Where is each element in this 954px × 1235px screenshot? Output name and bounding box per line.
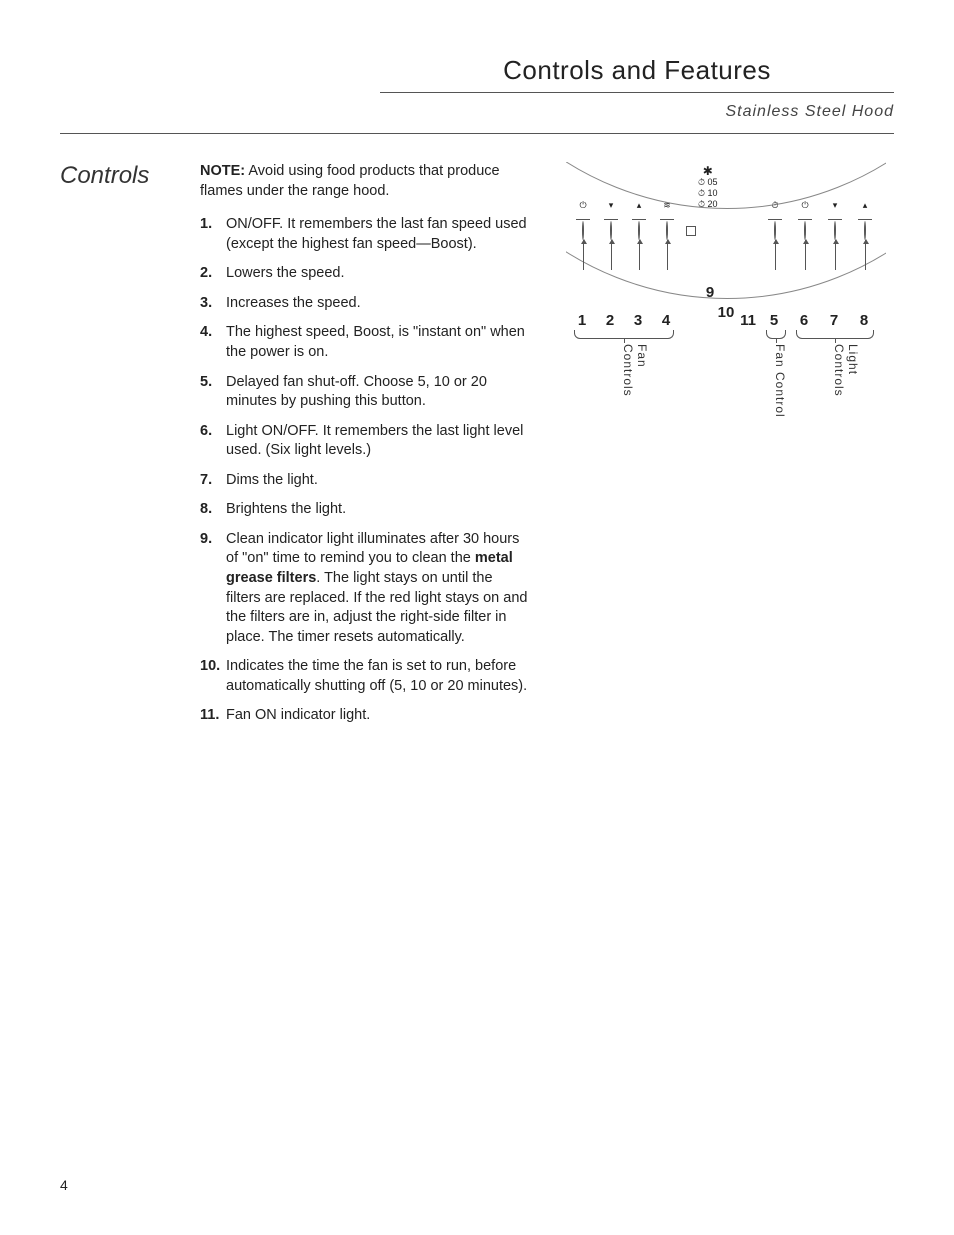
- item-text: The highest speed, Boost, is "instant on…: [226, 323, 530, 362]
- item-text: Brightens the light.: [226, 500, 530, 520]
- btn-3: ▴: [632, 200, 646, 270]
- diagram-column: ✱ ⏱ 05 ⏱ 10 ⏱ 20 ⏻ ▾ ▴ ≋ ⏱ ⏻ ▾ ▴ 1 2: [530, 162, 894, 736]
- note-line: NOTE: Avoid using food products that pro…: [200, 162, 530, 201]
- callout-8: 8: [854, 312, 874, 329]
- note-text: Avoid using food products that produce f…: [200, 163, 500, 199]
- item-number: 2.: [200, 264, 226, 284]
- up-icon: ▴: [858, 200, 872, 220]
- item-text: Indicates the time the fan is set to run…: [226, 657, 530, 696]
- btn-4: ≋: [660, 200, 674, 270]
- page-subtitle: Stainless Steel Hood: [60, 103, 894, 121]
- btn-8: ▴: [858, 200, 872, 270]
- btn-2: ▾: [604, 200, 618, 270]
- callout-5: 5: [764, 312, 784, 329]
- btn-5: ⏱: [768, 200, 782, 270]
- label-fan-controls: Fan Controls: [621, 344, 649, 422]
- btn-6: ⏻: [798, 200, 812, 270]
- btn-7: ▾: [828, 200, 842, 270]
- item-number: 10.: [200, 657, 226, 696]
- list-item: 3.Increases the speed.: [200, 294, 530, 314]
- list-item: 7.Dims the light.: [200, 471, 530, 491]
- callout-6: 6: [794, 312, 814, 329]
- clean-indicator-icon: ✱: [698, 166, 718, 177]
- list-item: 9.Clean indicator light illuminates afte…: [200, 530, 530, 647]
- item-text: Fan ON indicator light.: [226, 706, 530, 726]
- item-number: 11.: [200, 706, 226, 726]
- item-text: Dims the light.: [226, 471, 530, 491]
- brace-fan-controls: [574, 330, 674, 339]
- timer-row: ⏱ 05: [698, 177, 718, 188]
- brace-light-controls: [796, 330, 874, 339]
- list-item: 5.Delayed fan shut-off. Choose 5, 10 or …: [200, 373, 530, 412]
- item-text: ON/OFF. It remembers the last fan speed …: [226, 215, 530, 254]
- down-icon: ▾: [604, 200, 618, 220]
- list-item: 11.Fan ON indicator light.: [200, 706, 530, 726]
- brace-fan-control: [766, 330, 786, 339]
- power-icon: ⏻: [798, 200, 812, 220]
- item-number: 8.: [200, 500, 226, 520]
- item-number: 9.: [200, 530, 226, 647]
- callout-11: 11: [738, 312, 758, 329]
- page-title: Controls and Features: [380, 55, 894, 93]
- item-number: 3.: [200, 294, 226, 314]
- down-icon: ▾: [828, 200, 842, 220]
- timer-row: ⏱ 20: [698, 199, 718, 210]
- item-text: Light ON/OFF. It remembers the last ligh…: [226, 422, 530, 461]
- up-icon: ▴: [632, 200, 646, 220]
- callout-3: 3: [628, 312, 648, 329]
- label-fan-control: Fan Control: [773, 344, 787, 418]
- item-number: 5.: [200, 373, 226, 412]
- page-number: 4: [60, 1177, 68, 1193]
- list-item: 4.The highest speed, Boost, is "instant …: [200, 323, 530, 362]
- list-item: 8.Brightens the light.: [200, 500, 530, 520]
- item-text: Clean indicator light illuminates after …: [226, 530, 530, 647]
- controls-list: 1.ON/OFF. It remembers the last fan spee…: [200, 215, 530, 726]
- item-number: 6.: [200, 422, 226, 461]
- item-number: 1.: [200, 215, 226, 254]
- fan-on-indicator: [686, 226, 696, 236]
- callout-7: 7: [824, 312, 844, 329]
- callout-2: 2: [600, 312, 620, 329]
- timer-icon: ⏱: [768, 200, 782, 220]
- item-number: 7.: [200, 471, 226, 491]
- item-text: Lowers the speed.: [226, 264, 530, 284]
- instructions-column: NOTE: Avoid using food products that pro…: [200, 162, 530, 736]
- list-item: 1.ON/OFF. It remembers the last fan spee…: [200, 215, 530, 254]
- list-item: 6.Light ON/OFF. It remembers the last li…: [200, 422, 530, 461]
- timer-row: ⏱ 10: [698, 188, 718, 199]
- power-icon: ⏻: [576, 200, 590, 220]
- timer-indicator-stack: ✱ ⏱ 05 ⏱ 10 ⏱ 20: [698, 166, 718, 210]
- callout-9: 9: [700, 284, 720, 301]
- label-light-controls: Light Controls: [832, 344, 860, 422]
- boost-icon: ≋: [660, 200, 674, 220]
- callout-4: 4: [656, 312, 676, 329]
- list-item: 2.Lowers the speed.: [200, 264, 530, 284]
- note-label: NOTE:: [200, 163, 245, 179]
- item-number: 4.: [200, 323, 226, 362]
- btn-1: ⏻: [576, 200, 590, 270]
- callout-1: 1: [572, 312, 592, 329]
- divider: [60, 133, 894, 134]
- control-panel-diagram: ✱ ⏱ 05 ⏱ 10 ⏱ 20 ⏻ ▾ ▴ ≋ ⏱ ⏻ ▾ ▴ 1 2: [566, 162, 886, 422]
- item-text: Increases the speed.: [226, 294, 530, 314]
- section-heading: Controls: [60, 162, 200, 736]
- item-text: Delayed fan shut-off. Choose 5, 10 or 20…: [226, 373, 530, 412]
- list-item: 10.Indicates the time the fan is set to …: [200, 657, 530, 696]
- callout-10: 10: [716, 304, 736, 321]
